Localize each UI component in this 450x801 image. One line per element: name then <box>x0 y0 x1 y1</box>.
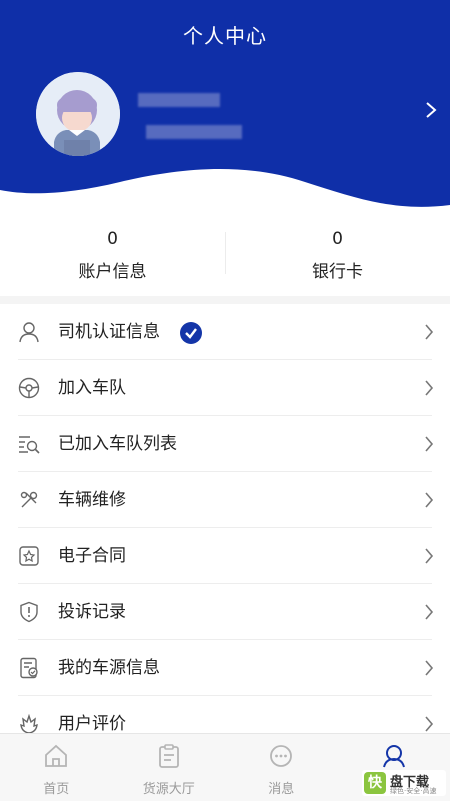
menu-item-label: 投诉记录 <box>58 601 126 623</box>
tab-label: 首页 <box>0 778 113 797</box>
tab-cargo-hall[interactable]: 货源大厅 <box>113 734 226 801</box>
menu-list: 司机认证信息 加入车队 已加入车队列表 <box>0 304 450 752</box>
tab-messages[interactable]: 消息 <box>225 734 338 801</box>
user-icon <box>18 321 40 343</box>
page-title: 个人中心 <box>0 20 450 49</box>
bank-card-value: 0 <box>225 229 450 249</box>
chevron-right-icon <box>424 379 434 397</box>
menu-item-driver-certification[interactable]: 司机认证信息 <box>0 304 450 360</box>
tab-home[interactable]: 首页 <box>0 734 113 801</box>
bank-card-stat[interactable]: 0 银行卡 <box>225 215 450 295</box>
menu-item-label: 我的车源信息 <box>58 657 160 679</box>
chevron-right-icon[interactable] <box>424 100 438 120</box>
section-gap <box>0 296 450 304</box>
menu-item-join-fleet[interactable]: 加入车队 <box>0 360 450 416</box>
watermark-logo-char: 快 <box>364 772 386 794</box>
shield-alert-icon <box>18 601 40 623</box>
stats-divider <box>225 232 226 274</box>
menu-item-label: 用户评价 <box>58 713 126 735</box>
tab-label: 消息 <box>225 778 338 797</box>
contract-icon <box>18 545 40 567</box>
avatar-person-icon <box>36 72 120 156</box>
profile-header: 个人中心 <box>0 0 450 215</box>
menu-item-label: 加入车队 <box>58 377 126 399</box>
avatar[interactable] <box>36 72 120 156</box>
menu-item-my-vehicle-info[interactable]: 我的车源信息 <box>0 640 450 696</box>
account-info-label: 账户信息 <box>0 257 225 282</box>
username-redacted <box>138 93 220 107</box>
account-info-value: 0 <box>0 229 225 249</box>
person-icon <box>381 743 407 769</box>
document-check-icon <box>18 657 40 679</box>
menu-item-label: 车辆维修 <box>58 489 126 511</box>
watermark-subtext: 绿色·安全·高速 <box>390 786 436 796</box>
wrench-icon <box>18 489 40 511</box>
account-info-stat[interactable]: 0 账户信息 <box>0 215 225 295</box>
menu-item-complaint-records[interactable]: 投诉记录 <box>0 584 450 640</box>
bank-card-label: 银行卡 <box>225 257 450 282</box>
chevron-right-icon <box>424 323 434 341</box>
clipboard-icon <box>156 743 182 769</box>
chevron-right-icon <box>424 491 434 509</box>
menu-item-vehicle-repair[interactable]: 车辆维修 <box>0 472 450 528</box>
chevron-right-icon <box>424 659 434 677</box>
tab-label: 货源大厅 <box>113 778 226 797</box>
menu-item-label: 司机认证信息 <box>58 321 160 343</box>
chevron-right-icon <box>424 435 434 453</box>
chat-icon <box>268 743 294 769</box>
chevron-right-icon <box>424 547 434 565</box>
menu-item-label: 已加入车队列表 <box>58 433 177 455</box>
chevron-right-icon <box>424 715 434 733</box>
menu-item-e-contract[interactable]: 电子合同 <box>0 528 450 584</box>
menu-item-label: 电子合同 <box>58 545 126 567</box>
flower-icon <box>18 713 40 735</box>
list-search-icon <box>18 433 40 455</box>
home-icon <box>43 743 69 769</box>
steering-wheel-icon <box>18 377 40 399</box>
watermark-logo: 快 盘下载 绿色·安全·高速 <box>362 770 446 796</box>
verified-check-icon <box>180 322 202 344</box>
menu-item-joined-fleet-list[interactable]: 已加入车队列表 <box>0 416 450 472</box>
chevron-right-icon <box>424 603 434 621</box>
phone-redacted <box>146 125 242 139</box>
